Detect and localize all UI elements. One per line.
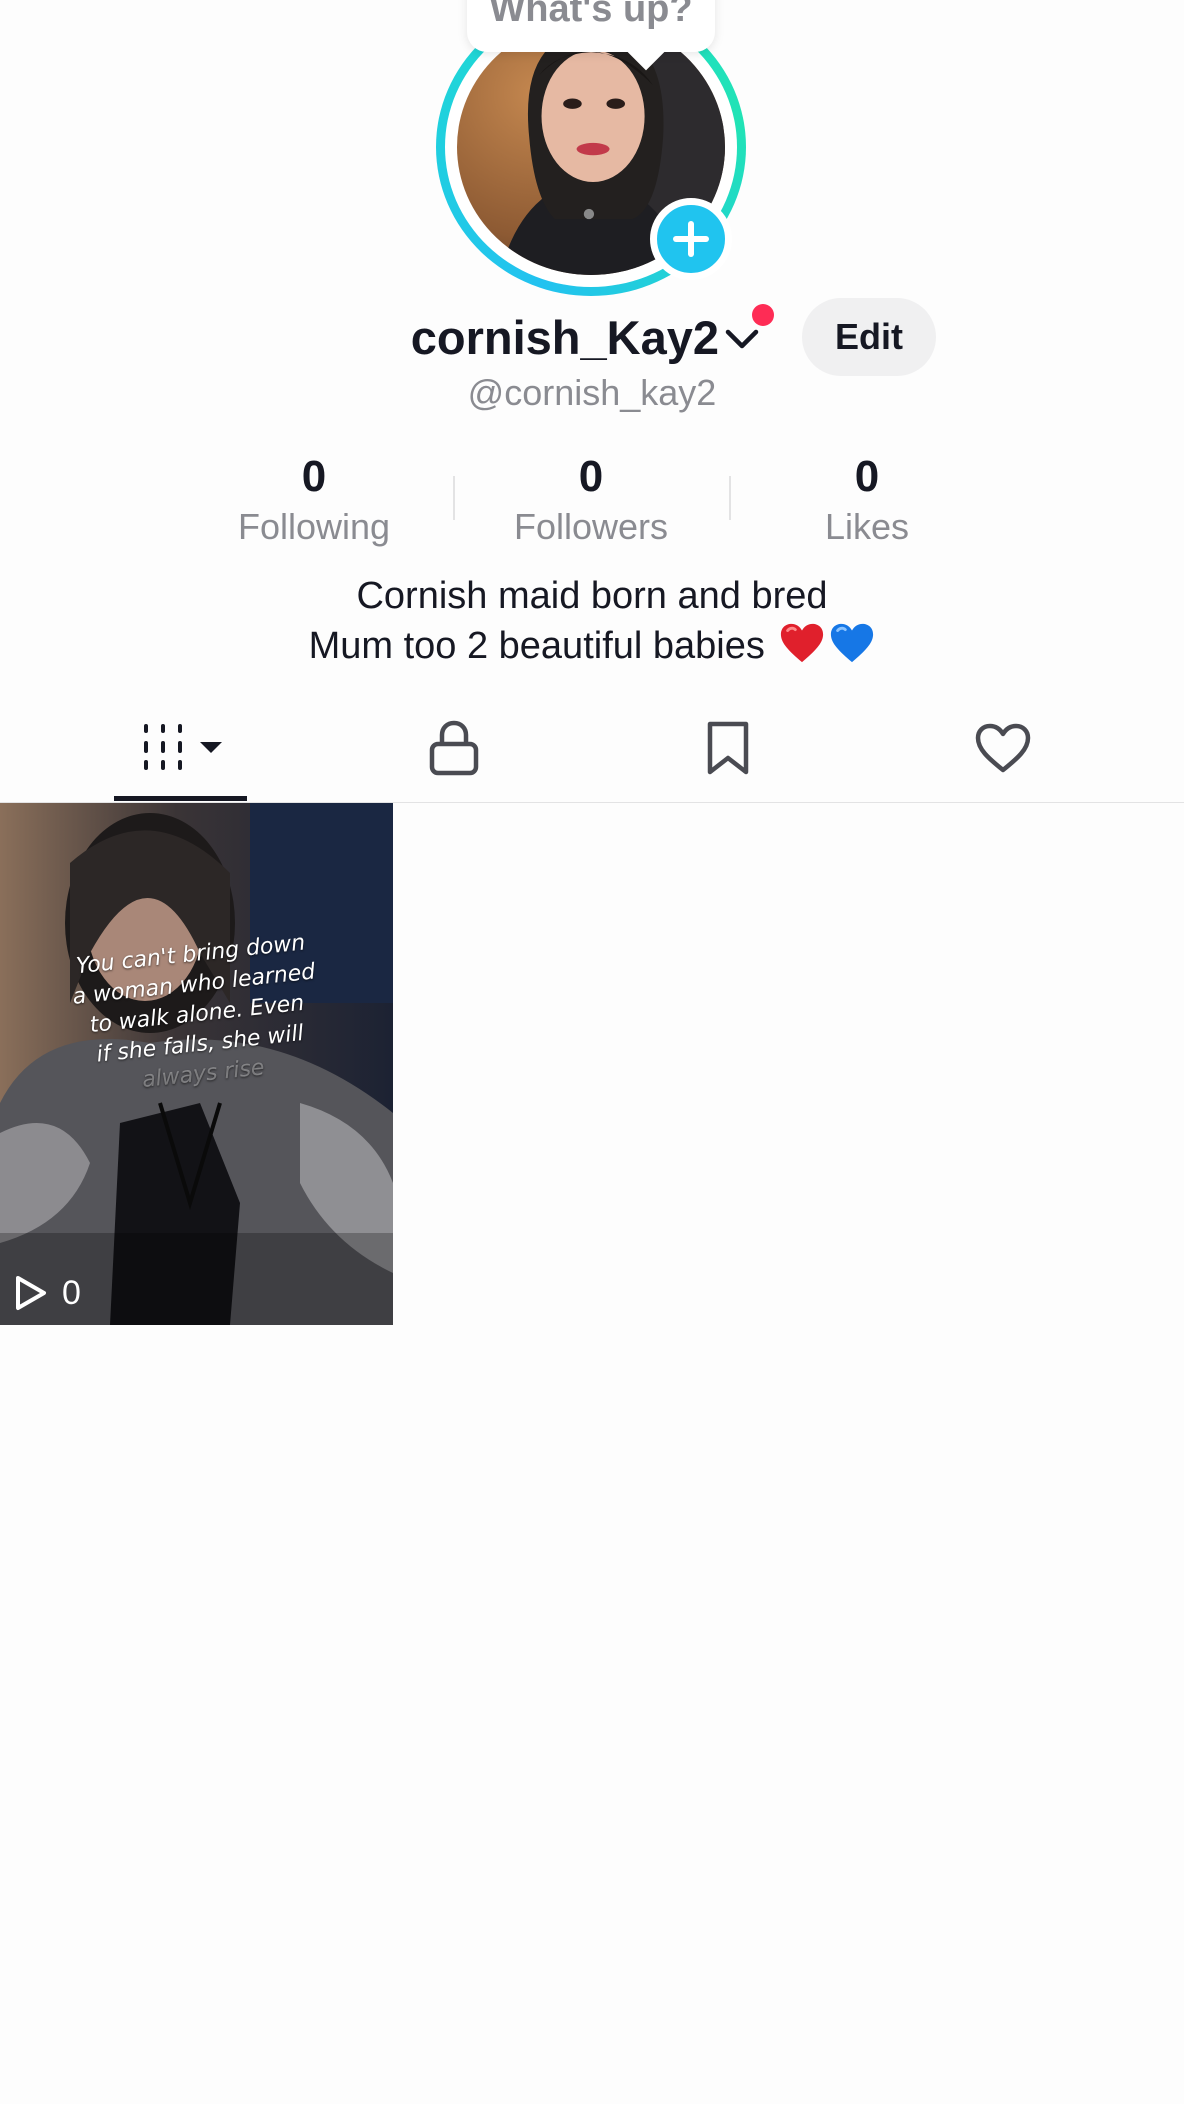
profile-page: What's up? cornish_Kay2 Edit @cornish_ka…	[0, 0, 1184, 2104]
play-icon	[16, 1276, 46, 1310]
stat-divider	[453, 476, 455, 520]
bio-line-2-wrap: Mum too 2 beautiful babies	[0, 620, 1184, 670]
add-story-button[interactable]	[650, 198, 732, 280]
chevron-down-icon[interactable]	[724, 326, 760, 354]
stat-divider	[729, 476, 731, 520]
status-bubble[interactable]: What's up?	[467, 0, 715, 71]
red-heart-icon	[781, 623, 824, 663]
video-thumbnail[interactable]: You can't bring down a woman who learned…	[0, 803, 393, 1325]
display-name[interactable]: cornish_Kay2	[411, 310, 719, 365]
likes-count: 0	[854, 452, 880, 501]
following-label: Following	[237, 506, 391, 547]
video-caption: You can't bring down a woman who learned…	[50, 926, 344, 1104]
following-count: 0	[301, 452, 327, 501]
profile-tabs	[0, 700, 1184, 803]
likes-label: Likes	[824, 506, 910, 547]
heart-outline-icon	[975, 723, 1031, 773]
tab-liked[interactable]	[922, 700, 1082, 803]
active-tab-indicator	[114, 796, 247, 801]
followers-count: 0	[578, 452, 604, 501]
followers-stat[interactable]: 0 Followers	[471, 450, 711, 550]
tab-videos[interactable]	[100, 700, 260, 803]
profile-bio: Cornish maid born and bred Mum too 2 bea…	[0, 572, 1184, 670]
play-count-value: 0	[62, 1273, 81, 1312]
tab-private[interactable]	[374, 700, 534, 803]
bookmark-icon	[707, 721, 749, 775]
status-bubble-text: What's up?	[489, 0, 693, 30]
grid-icon	[144, 724, 222, 770]
username-handle: @cornish_kay2	[467, 372, 717, 413]
likes-stat[interactable]: 0 Likes	[747, 450, 987, 550]
lock-icon	[429, 720, 479, 776]
bio-line-2: Mum too 2 beautiful babies	[308, 625, 765, 667]
tab-saved[interactable]	[648, 700, 808, 803]
blue-heart-icon	[831, 623, 874, 663]
profile-name-row: cornish_Kay2 Edit	[0, 298, 1184, 380]
bio-line-1: Cornish maid born and bred	[356, 575, 828, 617]
following-stat[interactable]: 0 Following	[194, 450, 434, 550]
profile-stats: 0 Following 0 Followers 0 Likes	[0, 450, 1184, 550]
plus-icon	[673, 221, 709, 257]
play-count: 0	[14, 1271, 81, 1315]
edit-profile-button[interactable]: Edit	[802, 298, 936, 376]
notification-dot	[752, 304, 774, 326]
followers-label: Followers	[513, 506, 669, 547]
